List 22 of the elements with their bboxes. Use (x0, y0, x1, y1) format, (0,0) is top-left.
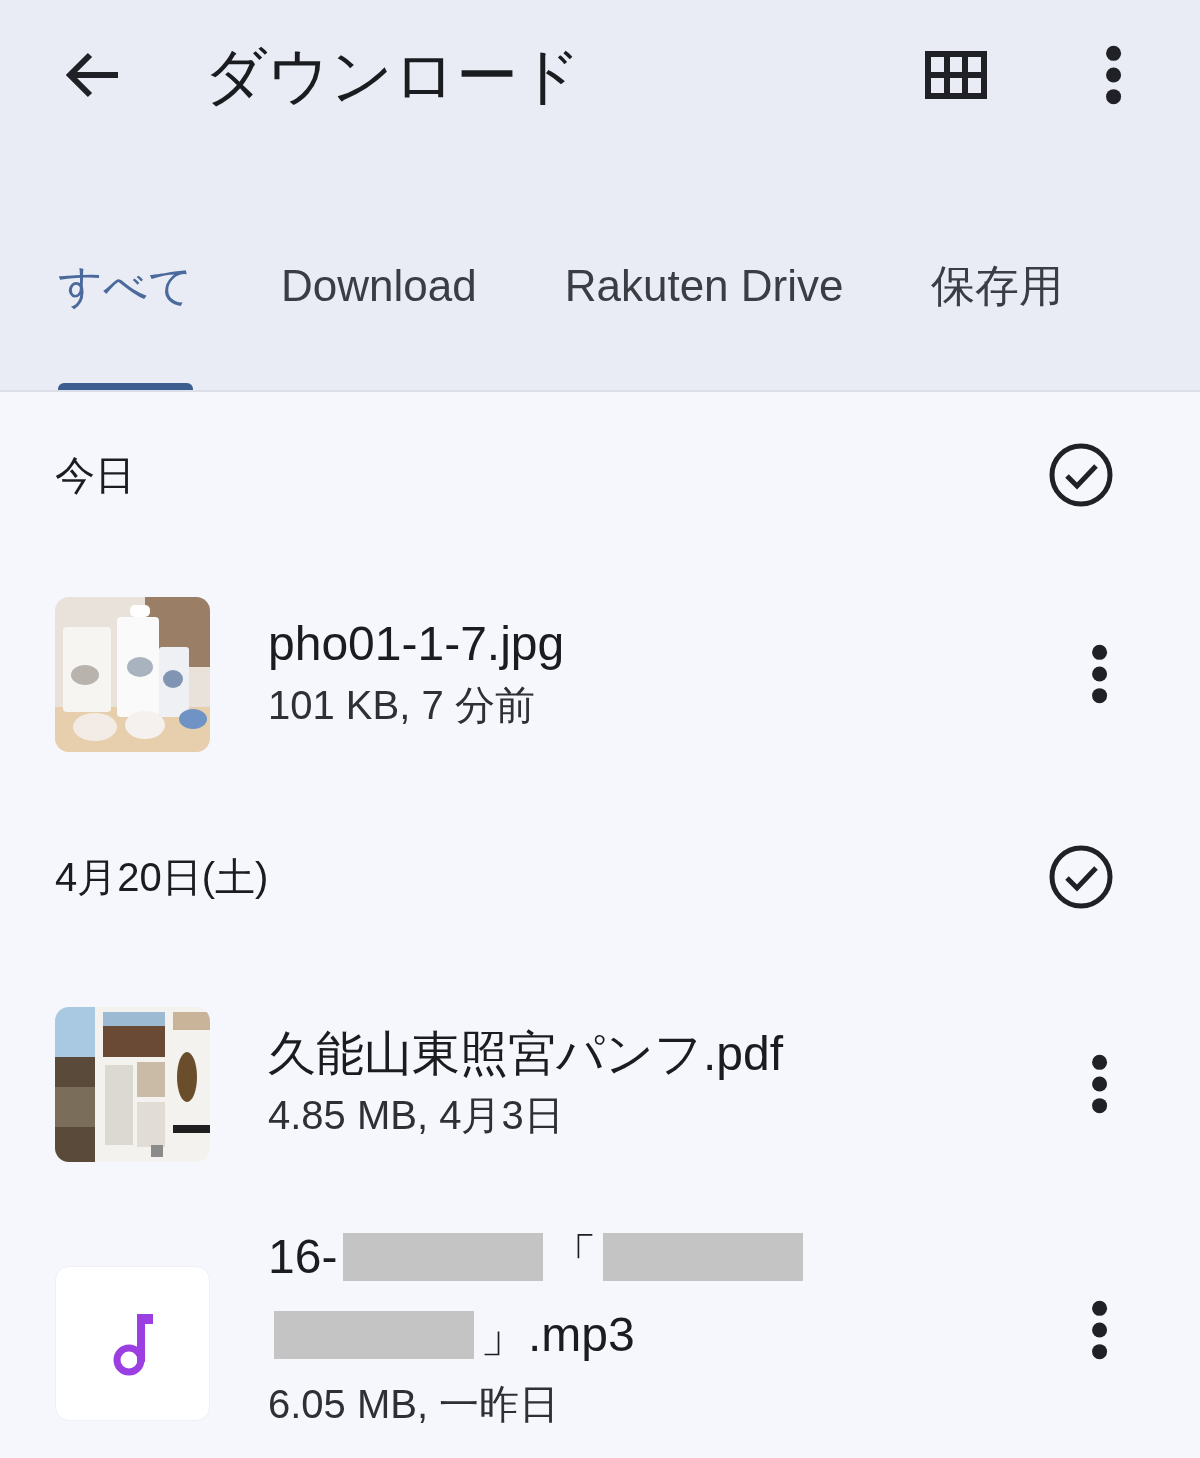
tab[interactable]: 保存用 (931, 261, 1064, 390)
file-name-text: 」.mp3 (480, 1307, 635, 1363)
more-icon[interactable] (1090, 1300, 1108, 1360)
date-heading: 今日 (55, 452, 136, 499)
window-title: ダウンロード (204, 39, 582, 112)
file-details-text: 6.05 MB, 一昨日 (268, 1381, 561, 1428)
more-icon[interactable] (1104, 45, 1122, 105)
more-icon[interactable] (1090, 1054, 1108, 1114)
file-name-text: pho01-1-7.jpg (268, 616, 565, 672)
tab[interactable]: すべて (58, 261, 193, 390)
more-icon[interactable] (1090, 644, 1108, 704)
tab[interactable]: Download (281, 261, 477, 390)
file-name-text: 「 (549, 1229, 598, 1285)
file-details-text: 4.85 MB, 4月3日 (268, 1092, 565, 1139)
date-heading: 4月20日(土) (55, 854, 270, 901)
tab[interactable]: Rakuten Drive (564, 261, 844, 390)
file-name-text: 16- (268, 1229, 338, 1285)
file-details-text: 101 KB, 7 分前 (268, 682, 536, 729)
grid-view-icon[interactable] (924, 51, 987, 99)
check-circle-icon[interactable] (1048, 844, 1114, 910)
check-circle-icon[interactable] (1048, 442, 1114, 508)
file-name-text: 久能山東照宮パンフ.pdf (268, 1026, 784, 1082)
